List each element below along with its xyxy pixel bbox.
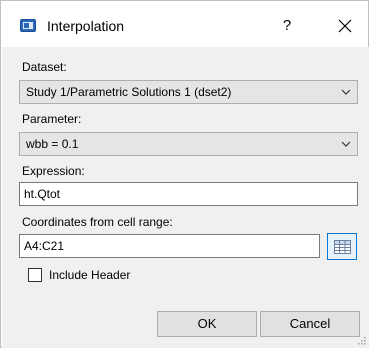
dialog-title: Interpolation <box>47 18 125 34</box>
parameter-select[interactable]: wbb = 0.1 <box>19 132 358 156</box>
coordinates-input[interactable]: A4:C21 <box>19 234 320 258</box>
table-range-icon <box>334 240 351 254</box>
cancel-button[interactable]: Cancel <box>260 311 360 337</box>
select-cell-range-button[interactable] <box>327 233 357 260</box>
coordinates-value: A4:C21 <box>24 239 65 253</box>
resize-grip-icon[interactable] <box>356 335 366 345</box>
close-button[interactable] <box>331 13 359 39</box>
help-button[interactable]: ? <box>273 13 301 39</box>
title-bar[interactable]: Interpolation ? <box>1 1 368 47</box>
include-header-label[interactable]: Include Header <box>49 267 130 283</box>
parameter-selected-value: wbb = 0.1 <box>26 137 79 151</box>
coordinates-label: Coordinates from cell range: <box>22 215 173 229</box>
expression-input[interactable]: ht.Qtot <box>19 182 358 206</box>
expression-value: ht.Qtot <box>24 187 61 201</box>
close-icon <box>338 19 352 33</box>
ok-button[interactable]: OK <box>157 311 257 337</box>
include-header-checkbox[interactable] <box>28 268 42 282</box>
dataset-select[interactable]: Study 1/Parametric Solutions 1 (dset2) <box>19 80 358 104</box>
interpolation-dialog: Interpolation ? Dataset: Study 1/Paramet… <box>0 0 369 348</box>
chevron-down-icon <box>341 89 351 95</box>
parameter-label: Parameter: <box>22 112 82 126</box>
app-icon <box>20 19 36 32</box>
chevron-down-icon <box>341 141 351 147</box>
dataset-selected-value: Study 1/Parametric Solutions 1 (dset2) <box>26 85 232 99</box>
dataset-label: Dataset: <box>22 60 67 74</box>
expression-label: Expression: <box>22 164 85 178</box>
